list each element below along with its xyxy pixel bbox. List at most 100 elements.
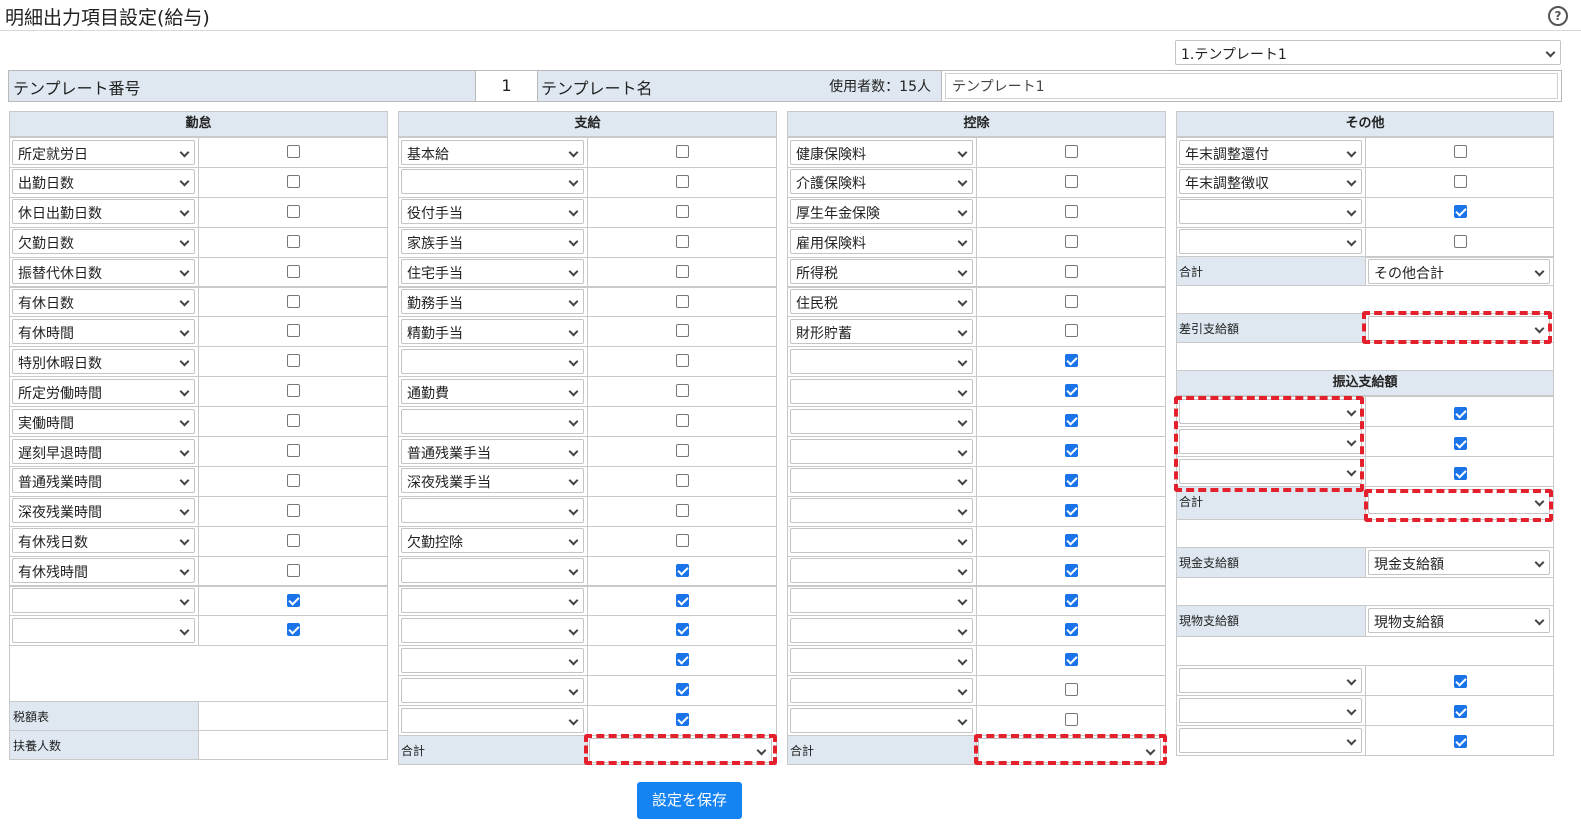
item-checkbox[interactable] <box>1065 414 1078 428</box>
item-select[interactable] <box>1179 229 1362 255</box>
item-select[interactable] <box>790 647 973 673</box>
item-checkbox[interactable] <box>1065 204 1078 218</box>
item-select[interactable]: 有休日数 <box>12 289 195 314</box>
item-checkbox[interactable] <box>1065 683 1078 697</box>
item-select[interactable]: 振替代休日数 <box>12 259 195 285</box>
item-checkbox[interactable] <box>676 145 689 158</box>
item-select[interactable] <box>790 378 973 404</box>
item-checkbox[interactable] <box>676 264 689 278</box>
item-checkbox[interactable] <box>287 324 300 338</box>
help-icon[interactable]: ? <box>1548 6 1568 26</box>
item-select[interactable]: 有休時間 <box>12 318 195 344</box>
item-select[interactable] <box>790 677 973 703</box>
template-name-input[interactable] <box>945 73 1558 99</box>
item-checkbox[interactable] <box>1065 444 1078 457</box>
item-select[interactable]: 介護保険料 <box>790 169 973 195</box>
item-select[interactable]: 深夜残業手当 <box>401 468 584 494</box>
item-checkbox[interactable] <box>1065 324 1078 338</box>
item-checkbox[interactable] <box>1065 145 1078 158</box>
item-select[interactable] <box>401 707 584 733</box>
item-select[interactable]: 普通残業時間 <box>12 468 195 494</box>
item-checkbox[interactable] <box>287 593 300 607</box>
item-select[interactable] <box>12 617 195 643</box>
item-select[interactable]: 出勤日数 <box>12 169 195 195</box>
item-checkbox[interactable] <box>1454 705 1467 718</box>
item-checkbox[interactable] <box>1065 503 1078 517</box>
item-checkbox[interactable] <box>676 713 689 727</box>
item-select[interactable] <box>790 588 973 613</box>
cash-pay-select[interactable]: 現金支給額 <box>1368 550 1550 575</box>
item-checkbox[interactable] <box>1454 174 1467 188</box>
item-select[interactable]: 有休残時間 <box>12 558 195 584</box>
item-checkbox[interactable] <box>287 234 300 248</box>
item-select[interactable]: 所定労働時間 <box>12 378 195 404</box>
item-checkbox[interactable] <box>1454 234 1467 248</box>
item-select[interactable] <box>401 408 584 434</box>
transfer-select[interactable] <box>1179 399 1362 424</box>
item-checkbox[interactable] <box>1065 354 1078 368</box>
item-checkbox[interactable] <box>1454 675 1467 688</box>
item-checkbox[interactable] <box>676 503 689 517</box>
item-select[interactable] <box>790 558 973 584</box>
item-checkbox[interactable] <box>676 324 689 338</box>
item-select[interactable]: 年末調整徴収 <box>1179 169 1362 195</box>
item-select[interactable]: 住宅手当 <box>401 259 584 285</box>
item-select[interactable]: 休日出勤日数 <box>12 199 195 225</box>
item-checkbox[interactable] <box>287 503 300 517</box>
item-checkbox[interactable] <box>676 623 689 637</box>
item-checkbox[interactable] <box>1065 533 1078 547</box>
item-select[interactable]: 欠勤控除 <box>401 528 584 554</box>
item-select[interactable] <box>790 468 973 494</box>
item-checkbox[interactable] <box>676 294 689 308</box>
item-select[interactable]: 厚生年金保険 <box>790 199 973 225</box>
item-checkbox[interactable] <box>676 234 689 248</box>
item-select[interactable]: 深夜残業時間 <box>12 498 195 524</box>
item-checkbox[interactable] <box>287 533 300 547</box>
item-select[interactable]: 欠勤日数 <box>12 229 195 255</box>
item-select[interactable]: 勤務手当 <box>401 289 584 314</box>
item-checkbox[interactable] <box>1065 384 1078 398</box>
item-checkbox[interactable] <box>676 444 689 457</box>
item-select[interactable] <box>401 677 584 703</box>
item-select[interactable]: 所得税 <box>790 259 973 285</box>
transfer-total-select[interactable] <box>1368 489 1550 514</box>
item-checkbox[interactable] <box>1065 264 1078 278</box>
item-checkbox[interactable] <box>1065 174 1078 188</box>
item-checkbox[interactable] <box>676 653 689 667</box>
item-select[interactable] <box>401 498 584 524</box>
item-checkbox[interactable] <box>676 473 689 487</box>
item-checkbox[interactable] <box>676 533 689 547</box>
item-checkbox[interactable] <box>1065 713 1078 727</box>
item-select[interactable] <box>790 438 973 464</box>
item-select[interactable] <box>401 558 584 584</box>
item-select[interactable]: 財形貯蓄 <box>790 318 973 344</box>
item-checkbox[interactable] <box>676 593 689 607</box>
item-select[interactable] <box>401 169 584 195</box>
item-select[interactable] <box>1179 199 1362 225</box>
item-select[interactable] <box>790 498 973 524</box>
item-checkbox[interactable] <box>1454 467 1467 480</box>
item-select[interactable]: 健康保険料 <box>790 139 973 165</box>
item-checkbox[interactable] <box>1065 294 1078 308</box>
item-select[interactable]: 普通残業手当 <box>401 438 584 464</box>
item-select[interactable] <box>12 588 195 613</box>
item-checkbox[interactable] <box>676 384 689 398</box>
item-checkbox[interactable] <box>676 204 689 218</box>
item-checkbox[interactable] <box>287 145 300 158</box>
item-checkbox[interactable] <box>1065 653 1078 667</box>
item-select[interactable]: 住民税 <box>790 289 973 314</box>
item-checkbox[interactable] <box>676 563 689 577</box>
other-total-select[interactable]: その他合計 <box>1368 259 1550 284</box>
item-select[interactable]: 特別休暇日数 <box>12 348 195 374</box>
item-checkbox[interactable] <box>287 384 300 398</box>
item-checkbox[interactable] <box>676 414 689 428</box>
item-checkbox[interactable] <box>287 204 300 218</box>
item-select[interactable] <box>790 348 973 374</box>
kind-pay-select[interactable]: 現物支給額 <box>1368 608 1550 633</box>
item-checkbox[interactable] <box>1065 623 1078 637</box>
item-checkbox[interactable] <box>676 174 689 188</box>
item-select[interactable]: 所定就労日 <box>12 139 195 165</box>
item-checkbox[interactable] <box>1454 204 1467 218</box>
save-button[interactable]: 設定を保存 <box>637 782 742 819</box>
item-select[interactable]: 実働時間 <box>12 408 195 434</box>
